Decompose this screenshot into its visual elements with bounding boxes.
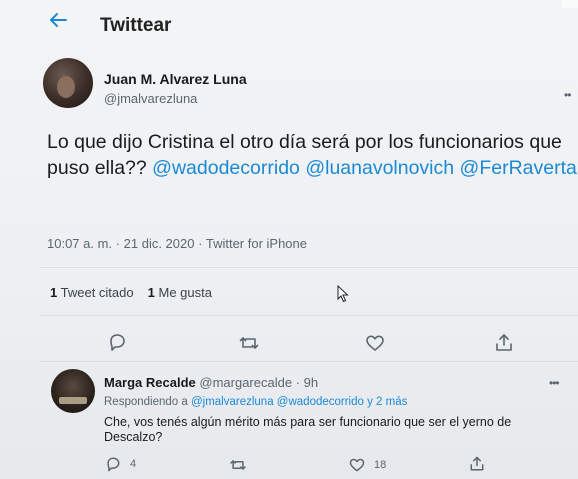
divider: [40, 267, 578, 268]
mention-link[interactable]: @FerRaverta: [460, 157, 577, 179]
retweet-button[interactable]: [238, 332, 260, 354]
tweet-source[interactable]: Twitter for iPhone: [206, 236, 307, 251]
tweet-meta: 10:07 a. m. · 21 dic. 2020 · Twitter for…: [47, 236, 307, 251]
avatar-face: [57, 76, 75, 98]
reply-separator: ·: [295, 375, 301, 390]
heart-icon: [349, 458, 365, 472]
author-handle: @jmalvarezluna: [104, 91, 198, 106]
divider: [40, 315, 578, 316]
avatar-badge: [59, 397, 87, 404]
author-name[interactable]: Juan M. Alvarez Luna: [104, 71, 247, 87]
share-icon: [496, 334, 512, 351]
divider: [40, 361, 578, 362]
reply-icon: [110, 334, 125, 351]
reply-text: Che, vos tenés algún mérito más para ser…: [104, 415, 512, 444]
reply-retweet-button[interactable]: [229, 456, 247, 474]
retweet-icon: [230, 460, 246, 470]
reply-button[interactable]: [106, 331, 128, 353]
reply-like-button[interactable]: 18: [348, 456, 386, 474]
quote-count: 1: [50, 285, 58, 300]
tweet-text: Lo que dijo Cristina el otro día será po…: [47, 129, 578, 181]
mention-link[interactable]: @wadodecorrido: [152, 157, 300, 179]
reply-header: Marga Recalde @margarecalde · 9h: [104, 375, 318, 390]
more-options-icon[interactable]: •••: [549, 376, 560, 390]
avatar-reply[interactable]: [51, 369, 95, 413]
likes-stat[interactable]: 1 Me gusta: [148, 285, 212, 300]
replying-to: Respondiendo a @jmalvarezluna @wadodecor…: [104, 396, 407, 408]
meta-separator: ·: [198, 236, 203, 251]
reply-like-count: 18: [374, 459, 387, 471]
replying-label: Respondiendo a: [104, 396, 188, 408]
tweet-detail-screen: Twittear Juan M. Alvarez Luna @jmalvarez…: [0, 0, 578, 479]
tweet-stats: 1 Tweet citado 1 Me gusta: [50, 285, 212, 300]
page-title: Twittear: [100, 15, 172, 36]
back-button[interactable]: [46, 10, 70, 30]
reply-time[interactable]: 9h: [304, 375, 318, 390]
tweet-date[interactable]: 21 dic. 2020: [124, 236, 195, 251]
reply-reply-count: 4: [130, 458, 137, 470]
more-options-icon[interactable]: ••: [564, 88, 571, 102]
mention-link[interactable]: @luanavolnovich: [305, 157, 454, 179]
reply-author-name[interactable]: Marga Recalde: [104, 375, 196, 390]
avatar-main[interactable]: [43, 58, 93, 108]
header: Twittear: [0, 0, 578, 50]
reply-icon: [107, 457, 120, 472]
corner-artifact: [562, 0, 578, 8]
replying-to-mention[interactable]: @jmalvarezluna: [191, 396, 274, 408]
reply-share-button[interactable]: [468, 455, 486, 473]
share-icon: [470, 456, 484, 471]
arrow-left-icon: [50, 13, 67, 27]
tweet-time[interactable]: 10:07 a. m.: [47, 236, 112, 251]
reply-reply-button[interactable]: 4: [104, 455, 136, 473]
like-label: Me gusta: [158, 285, 212, 300]
like-button[interactable]: [364, 332, 386, 354]
quote-tweets-stat[interactable]: 1 Tweet citado: [50, 285, 134, 300]
replying-to-others[interactable]: @wadodecorrido y 2 más: [277, 396, 408, 408]
reply-author-handle[interactable]: @margarecalde: [199, 375, 292, 390]
mouse-cursor-icon: [337, 285, 349, 303]
heart-icon: [366, 335, 384, 351]
share-button[interactable]: [493, 332, 515, 354]
quote-label: Tweet citado: [60, 285, 134, 300]
meta-separator: ·: [115, 236, 121, 251]
retweet-icon: [239, 337, 259, 349]
like-count: 1: [147, 285, 155, 300]
